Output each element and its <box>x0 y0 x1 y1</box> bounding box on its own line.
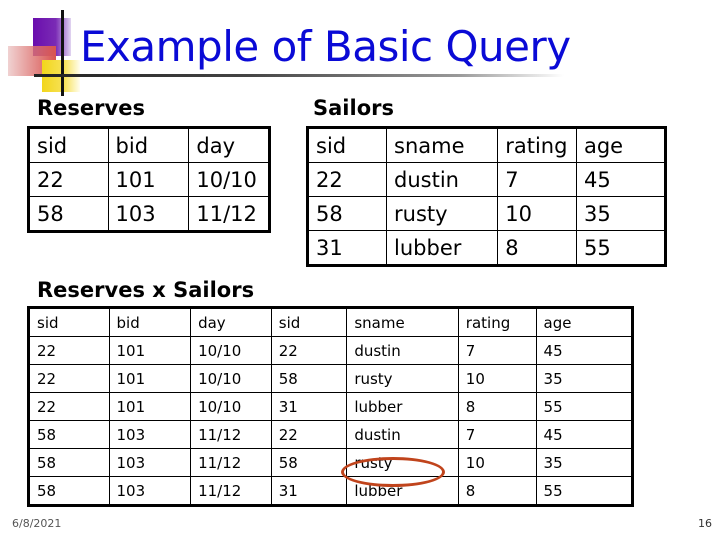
header-row: sid bid day <box>28 127 270 163</box>
table-cell: 58 <box>270 364 348 393</box>
table-row: 22 101 10/10 58 rusty 10 35 <box>28 364 634 393</box>
table-cell: rusty <box>386 196 499 231</box>
table-cell: rusty <box>346 364 459 393</box>
table-cell: 45 <box>535 420 634 449</box>
table-cell: 8 <box>457 392 537 421</box>
table-cell: 35 <box>535 364 634 393</box>
table-cell: dustin <box>386 162 499 197</box>
column-header: age <box>535 307 634 337</box>
table-cell: 8 <box>497 230 577 266</box>
table-cell: 11/12 <box>190 420 272 449</box>
column-header: rating <box>457 307 537 337</box>
column-header: sid <box>28 127 109 163</box>
footer-date: 6/8/2021 <box>12 517 62 530</box>
table-cell: 101 <box>107 162 190 197</box>
table-row: 22 dustin 7 45 <box>306 162 667 197</box>
table-row: 22 101 10/10 22 dustin 7 45 <box>28 336 634 365</box>
table-cell: 10/10 <box>188 162 270 197</box>
column-header: rating <box>497 127 577 163</box>
column-header: sname <box>386 127 499 163</box>
table-cell: 45 <box>535 336 634 365</box>
table-row: 58 103 11/12 22 dustin 7 45 <box>28 420 634 449</box>
table-cell: 22 <box>28 162 109 197</box>
cross-product-table: sid bid day sid sname rating age 22 101 10/10 22 du… <box>27 306 634 507</box>
column-header: bid <box>108 307 192 337</box>
table-cell: 10 <box>497 196 577 231</box>
table-cell: 58 <box>28 476 110 506</box>
table-cell: 22 <box>28 364 110 393</box>
table-cell: dustin <box>346 336 459 365</box>
title-underline <box>34 74 564 77</box>
table-cell: 58 <box>306 196 388 231</box>
table-cell: 22 <box>306 162 388 197</box>
header-row: sid bid day sid sname rating age <box>28 307 634 337</box>
column-header: sid <box>28 307 110 337</box>
logo-vertical-line <box>61 10 64 96</box>
table-cell: 55 <box>575 230 667 266</box>
slide-title: Example of Basic Query <box>80 22 571 71</box>
table-cell: 101 <box>108 364 192 393</box>
table-row: 22 101 10/10 <box>28 162 270 197</box>
table-cell: lubber <box>386 230 499 266</box>
table-cell: 58 <box>270 448 348 477</box>
table-cell: 58 <box>28 196 109 232</box>
table-cell: 103 <box>108 448 192 477</box>
table-cell: 10 <box>457 448 537 477</box>
column-header: age <box>575 127 667 163</box>
table-row: 31 lubber 8 55 <box>306 230 667 266</box>
table-cell: 10/10 <box>190 336 272 365</box>
sailors-label: Sailors <box>313 96 394 120</box>
table-cell: 31 <box>270 476 348 506</box>
cross-product-label: Reserves x Sailors <box>37 278 255 302</box>
column-header: sname <box>346 307 459 337</box>
table-cell: 101 <box>108 392 192 421</box>
table-cell: 22 <box>270 336 348 365</box>
table-cell: 7 <box>497 162 577 197</box>
table-cell: 22 <box>28 392 110 421</box>
table-cell: dustin <box>346 420 459 449</box>
table-cell: 58 <box>28 420 110 449</box>
table-cell: 101 <box>108 336 192 365</box>
table-row: 58 103 11/12 31 lubber 8 55 <box>28 476 634 506</box>
header-row: sid sname rating age <box>306 127 667 163</box>
column-header: day <box>190 307 272 337</box>
table-cell: 7 <box>457 420 537 449</box>
table-row: 22 101 10/10 31 lubber 8 55 <box>28 392 634 421</box>
table-cell: lubber <box>346 392 459 421</box>
table-cell: 35 <box>575 196 667 231</box>
table-cell: 55 <box>535 392 634 421</box>
column-header: bid <box>107 127 190 163</box>
column-header: sid <box>270 307 348 337</box>
highlight-ellipse <box>341 457 445 487</box>
table-cell: 35 <box>535 448 634 477</box>
table-row: 58 103 11/12 58 rusty 10 35 <box>28 448 634 477</box>
table-cell: 31 <box>270 392 348 421</box>
table-cell: 55 <box>535 476 634 506</box>
table-cell: 11/12 <box>190 448 272 477</box>
table-cell: 10 <box>457 364 537 393</box>
column-header: sid <box>306 127 388 163</box>
reserves-table: sid bid day 22 101 10/10 58 103 11/12 <box>27 126 271 233</box>
table-cell: 31 <box>306 230 388 266</box>
table-cell: 58 <box>28 448 110 477</box>
column-header: day <box>188 127 270 163</box>
table-cell: 103 <box>108 476 192 506</box>
table-cell: 10/10 <box>190 392 272 421</box>
table-cell: 7 <box>457 336 537 365</box>
table-cell: 10/10 <box>190 364 272 393</box>
table-cell: 11/12 <box>190 476 272 506</box>
table-cell: 103 <box>107 196 190 232</box>
table-cell: 22 <box>270 420 348 449</box>
page-number: 16 <box>698 517 712 530</box>
table-cell: 22 <box>28 336 110 365</box>
table-cell: 8 <box>457 476 537 506</box>
table-row: 58 rusty 10 35 <box>306 196 667 231</box>
table-cell: 45 <box>575 162 667 197</box>
table-cell: 103 <box>108 420 192 449</box>
reserves-label: Reserves <box>37 96 145 120</box>
sailors-table: sid sname rating age 22 dustin 7 45 58 rusty 10 35 3… <box>306 126 667 267</box>
table-row: 58 103 11/12 <box>28 196 270 232</box>
table-cell: 11/12 <box>188 196 270 232</box>
